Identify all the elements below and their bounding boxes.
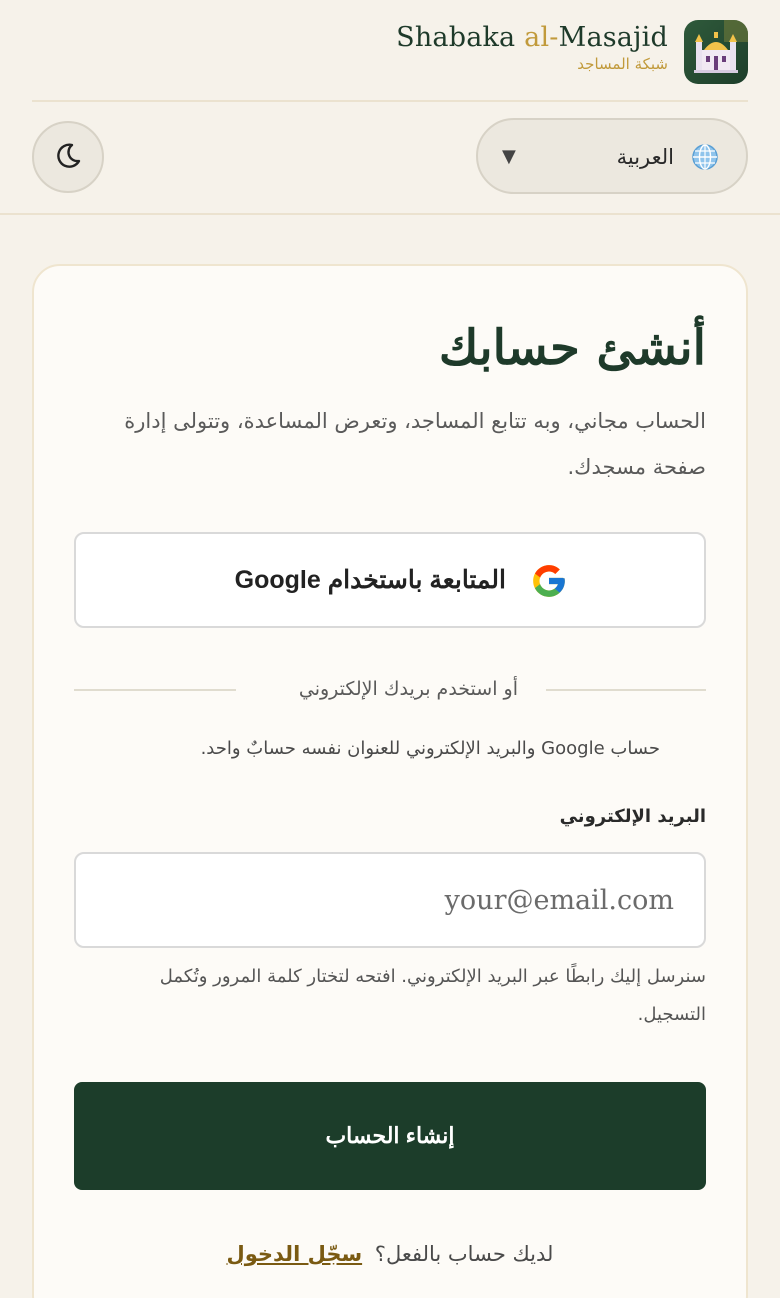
globe-icon bbox=[690, 142, 720, 172]
language-select[interactable]: العربية ▼ bbox=[476, 118, 748, 194]
signup-card: أنشئ حسابك الحساب مجاني، وبه تتابع المسا… bbox=[32, 264, 748, 1298]
toolbar-divider bbox=[0, 213, 780, 215]
theme-toggle-button[interactable] bbox=[32, 121, 104, 193]
google-icon bbox=[530, 562, 568, 600]
page-title: أنشئ حسابك bbox=[438, 320, 706, 376]
create-account-button[interactable]: إنشاء الحساب bbox=[74, 1082, 706, 1190]
account-note: حساب Google والبريد الإلكتروني للعنوان ن… bbox=[200, 738, 660, 759]
login-prompt: لديك حساب بالفعل؟ سجّل الدخول bbox=[34, 1236, 746, 1272]
app-header: Shabaka al-Masajid شبكة المساجد bbox=[0, 0, 780, 102]
email-field[interactable] bbox=[74, 852, 706, 948]
divider-line bbox=[546, 689, 706, 691]
signup-description: الحساب مجاني، وبه تتابع المساجد، وتعرض ا… bbox=[124, 409, 706, 479]
brand-name: Shabaka al-Masajid bbox=[396, 22, 668, 53]
brand-subtitle: شبكة المساجد bbox=[577, 55, 668, 73]
divider-line bbox=[74, 689, 236, 691]
email-help-text: سنرسل إليك رابطًا عبر البريد الإلكتروني.… bbox=[159, 966, 706, 1025]
google-button-label: المتابعة باستخدام Google bbox=[234, 566, 506, 594]
mosque-logo-icon[interactable] bbox=[684, 20, 748, 84]
google-signin-button[interactable]: المتابعة باستخدام Google bbox=[74, 532, 706, 628]
moon-icon bbox=[53, 141, 83, 174]
divider-text: أو استخدم بريدك الإلكتروني bbox=[298, 678, 518, 700]
language-label: العربية bbox=[616, 145, 674, 169]
have-account-text: لديك حساب بالفعل؟ bbox=[374, 1242, 554, 1266]
brand-text: Shabaka al-Masajid شبكة المساجد bbox=[396, 22, 668, 74]
email-label: البريد الإلكتروني bbox=[559, 806, 706, 827]
caret-down-icon: ▼ bbox=[502, 146, 516, 167]
login-link[interactable]: سجّل الدخول bbox=[227, 1242, 363, 1266]
header-divider bbox=[32, 100, 748, 102]
